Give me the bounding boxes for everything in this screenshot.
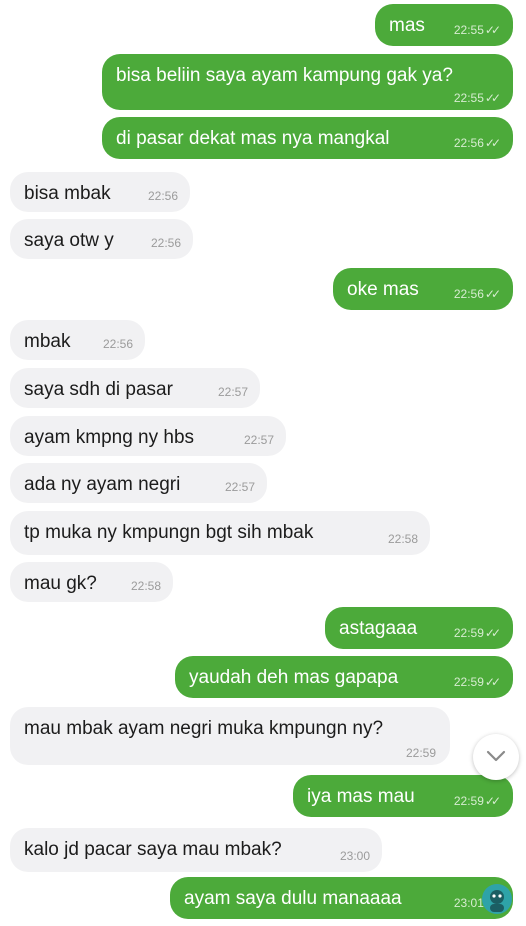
incoming-message-bubble[interactable]: mau gk? 22:58 [10,562,173,602]
incoming-message-bubble[interactable]: ada ny ayam negri 22:57 [10,463,267,503]
message-timestamp: 22:59✓✓ [453,626,501,640]
timestamp-value: 22:57 [243,433,274,447]
outgoing-message-bubble[interactable]: mas 22:55✓✓ [375,4,513,46]
chevron-down-icon [486,750,506,762]
message-timestamp: 23:00 [340,849,370,863]
message-text: kalo jd pacar saya mau mbak? [24,839,282,860]
incoming-message-bubble[interactable]: ayam kmpng ny hbs 22:57 [10,416,286,456]
timestamp-value: 22:56 [453,136,484,150]
read-ticks-icon: ✓✓ [484,23,501,37]
outgoing-message-bubble[interactable]: yaudah deh mas gapapa 22:59✓✓ [175,656,513,698]
timestamp-value: 23:00 [339,849,370,863]
read-ticks-icon: ✓✓ [484,626,501,640]
timestamp-value: 22:56 [147,189,178,203]
outgoing-message-bubble[interactable]: bisa beliin saya ayam kampung gak ya? 22:… [102,54,513,110]
timestamp-value: 22:56 [150,236,181,250]
timestamp-value: 22:55 [453,91,484,105]
timestamp-value: 22:55 [453,23,484,37]
message-timestamp: 22:55✓✓ [453,91,501,105]
read-ticks-icon: ✓✓ [484,287,501,301]
message-timestamp: 22:55✓✓ [453,23,501,37]
message-timestamp: 22:56 [103,337,133,351]
timestamp-value: 22:59 [453,626,484,640]
message-text: tp muka ny kmpungn bgt sih mbak [24,522,314,543]
message-timestamp: 22:59✓✓ [453,794,501,808]
timestamp-value: 22:58 [130,579,161,593]
timestamp-value: 22:56 [102,337,133,351]
timestamp-value: 23:01 [453,896,484,910]
message-text: saya otw y [24,230,114,251]
message-text: mau mbak ayam negri muka kmpungn ny? [24,718,384,739]
incoming-message-bubble[interactable]: mau mbak ayam negri muka kmpungn ny? 22:5… [10,707,450,765]
incoming-message-bubble[interactable]: kalo jd pacar saya mau mbak? 23:00 [10,828,382,872]
message-text: ayam saya dulu manaaaa [184,888,402,909]
incoming-message-bubble[interactable]: mbak 22:56 [10,320,145,360]
message-timestamp: 22:57 [225,480,255,494]
message-text: yaudah deh mas gapapa [189,667,399,688]
outgoing-message-bubble[interactable]: iya mas mau 22:59✓✓ [293,775,513,817]
timestamp-value: 22:59 [453,794,484,808]
message-text: mau gk? [24,573,97,594]
message-timestamp: 22:56✓✓ [453,287,501,301]
timestamp-value: 22:57 [217,385,248,399]
message-text: bisa beliin saya ayam kampung gak ya? [116,65,453,86]
message-text: oke mas [347,279,419,300]
outgoing-message-bubble[interactable]: ayam saya dulu manaaaa23:01✓✓ [170,877,513,919]
message-timestamp: 22:58 [131,579,161,593]
message-text: iya mas mau [307,786,415,807]
outgoing-message-bubble[interactable]: oke mas 22:56✓✓ [333,268,513,310]
incoming-message-bubble[interactable]: saya sdh di pasar 22:57 [10,368,260,408]
message-text: mbak [24,331,71,352]
watermark-avatar-icon [482,884,512,914]
scroll-down-button[interactable] [473,734,519,780]
timestamp-value: 22:59 [405,746,436,760]
message-text: saya sdh di pasar [24,379,173,400]
message-timestamp: 22:56✓✓ [453,136,501,150]
message-timestamp: 22:57 [244,433,274,447]
timestamp-value: 22:57 [224,480,255,494]
message-text: astagaaa [339,618,418,639]
incoming-message-bubble[interactable]: tp muka ny kmpungn bgt sih mbak 22:58 [10,511,430,555]
outgoing-message-bubble[interactable]: di pasar dekat mas nya mangkal 22:56✓✓ [102,117,513,159]
incoming-message-bubble[interactable]: bisa mbak 22:56 [10,172,190,212]
message-text: ayam kmpng ny hbs [24,427,195,448]
timestamp-value: 22:58 [387,532,418,546]
timestamp-value: 22:56 [453,287,484,301]
message-text: di pasar dekat mas nya mangkal [116,128,390,149]
read-ticks-icon: ✓✓ [484,91,501,105]
message-text: mas [389,15,425,36]
read-ticks-icon: ✓✓ [484,794,501,808]
message-timestamp: 22:59 [406,746,436,760]
outgoing-message-bubble[interactable]: astagaaa 22:59✓✓ [325,607,513,649]
incoming-message-bubble[interactable]: saya otw y 22:56 [10,219,193,259]
chat-thread: mas 22:55✓✓ bisa beliin saya ayam kampung … [0,0,526,926]
timestamp-value: 22:59 [453,675,484,689]
message-timestamp: 22:58 [388,532,418,546]
read-ticks-icon: ✓✓ [484,675,501,689]
message-timestamp: 22:59✓✓ [453,675,501,689]
read-ticks-icon: ✓✓ [484,136,501,150]
message-text: ada ny ayam negri [24,474,181,495]
message-timestamp: 22:56 [151,236,181,250]
message-text: bisa mbak [24,183,111,204]
message-timestamp: 22:56 [148,189,178,203]
message-timestamp: 22:57 [218,385,248,399]
